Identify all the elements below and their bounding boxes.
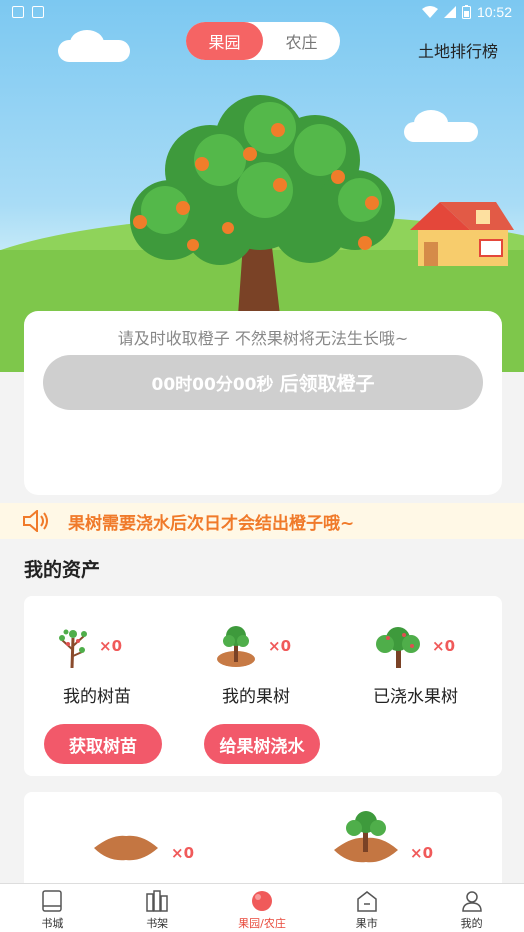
fruit-tree-icon (217, 626, 255, 667)
user-icon (461, 891, 482, 912)
sapling-label: 我的树苗 (63, 687, 131, 707)
planted-land-count: ×0 (410, 844, 434, 862)
empty-land-count: ×0 (171, 844, 195, 862)
water-tree-button[interactable]: 给果树浇水 (204, 724, 320, 764)
harvest-button[interactable]: 00时00分00秒 后领取橙子 (43, 355, 483, 410)
empty-land-icon (94, 835, 158, 861)
tab-label: 书架 (146, 917, 169, 930)
harvest-hint: 请及时收取橙子 不然果树将无法生长哦~ (117, 329, 409, 348)
harvest-action-label: 后领取橙子 (279, 373, 375, 395)
tab-me[interactable]: 我的 (419, 884, 524, 932)
tab-orchard-farm[interactable]: 果园/农庄 (210, 884, 315, 932)
tab-farm[interactable]: 农庄 (263, 22, 340, 60)
battery-icon (461, 5, 471, 19)
book-icon (42, 890, 63, 912)
notification-icon (12, 6, 24, 18)
notice-text: 果树需要浇水后次日才会结出橙子哦~ (68, 513, 355, 534)
get-sapling-button[interactable]: 获取树苗 (44, 724, 162, 764)
market-icon (357, 891, 377, 912)
speaker-icon (23, 510, 48, 532)
bookshelf-icon (146, 890, 168, 912)
image-icon (32, 6, 44, 18)
tab-market[interactable]: 果市 (314, 884, 419, 932)
tab-orchard[interactable]: 果园 (186, 22, 263, 60)
sapling-count: ×0 (99, 637, 123, 655)
watered-tree-icon (376, 627, 420, 668)
assets-card: ×0 我的树苗 ×0 我的果树 ×0 已浇水果树 获取树苗 给果树浇水 (24, 596, 502, 776)
tab-label: 果市 (355, 917, 378, 930)
orchard-icon (251, 891, 272, 911)
tab-label: 果园/农庄 (238, 917, 286, 930)
wifi-icon (421, 6, 438, 18)
orange-tree-icon[interactable] (110, 90, 420, 315)
land-card: ×0 ×0 (24, 792, 502, 892)
orchard-farm-toggle[interactable]: 果园 农庄 (186, 22, 340, 60)
status-time: 10:52 (476, 4, 512, 20)
land-ranking-link[interactable]: 土地排行榜 (418, 38, 498, 62)
tab-bookstore[interactable]: 书城 (0, 884, 105, 932)
fruit-tree-label: 我的果树 (222, 687, 290, 707)
watered-tree-label: 已浇水果树 (373, 687, 458, 707)
tab-label: 我的 (460, 917, 483, 930)
house-icon (410, 202, 514, 266)
planted-land-icon (334, 811, 398, 863)
bottom-tab-bar: 书城 书架 果园/农庄 果市 我的 (0, 883, 524, 932)
watered-tree-count: ×0 (432, 637, 456, 655)
signal-icon (443, 6, 456, 18)
sapling-icon (59, 629, 87, 668)
status-bar: 10:52 (0, 0, 524, 24)
fruit-tree-count: ×0 (268, 637, 292, 655)
assets-title: 我的资产 (24, 559, 101, 581)
cloud (70, 30, 104, 56)
tab-bookshelf[interactable]: 书架 (105, 884, 210, 932)
notice-bar: 果树需要浇水后次日才会结出橙子哦~ (0, 503, 524, 539)
tab-label: 书城 (41, 917, 64, 930)
harvest-card: 请及时收取橙子 不然果树将无法生长哦~ 00时00分00秒 后领取橙子 (24, 311, 502, 495)
harvest-countdown: 00时00分00秒 (151, 375, 274, 395)
